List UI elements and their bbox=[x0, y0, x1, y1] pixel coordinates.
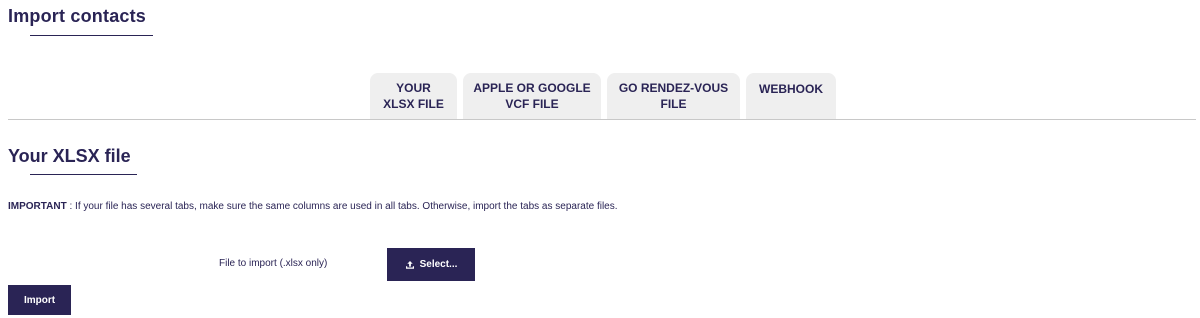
tab-webhook-label: WEBHOOK bbox=[759, 82, 823, 96]
import-notice: IMPORTANT : If your file has several tab… bbox=[8, 201, 618, 212]
import-source-tabs: YOUR XLSX FILE APPLE OR GOOGLE VCF FILE … bbox=[370, 73, 836, 119]
file-to-import-label: File to import (.xlsx only) bbox=[219, 258, 328, 269]
select-file-button-label: Select... bbox=[419, 259, 458, 270]
upload-icon bbox=[405, 260, 415, 270]
tab-go-rendez-vous-file[interactable]: GO RENDEZ-VOUS FILE bbox=[607, 73, 740, 119]
select-file-button[interactable]: Select... bbox=[387, 248, 475, 281]
tabs-divider bbox=[8, 119, 1196, 120]
tab-xlsx-file-label: YOUR XLSX FILE bbox=[383, 81, 444, 111]
section-underline bbox=[30, 174, 137, 175]
tab-xlsx-file[interactable]: YOUR XLSX FILE bbox=[370, 73, 457, 119]
section-title: Your XLSX file bbox=[8, 146, 131, 166]
import-contacts-page: Import contacts YOUR XLSX FILE APPLE OR … bbox=[0, 0, 1200, 318]
tab-vcf-file[interactable]: APPLE OR GOOGLE VCF FILE bbox=[463, 73, 601, 119]
tab-vcf-file-label: APPLE OR GOOGLE VCF FILE bbox=[473, 81, 591, 111]
notice-prefix: IMPORTANT bbox=[8, 201, 67, 212]
page-title: Import contacts bbox=[8, 6, 147, 26]
tab-go-rendez-vous-file-label: GO RENDEZ-VOUS FILE bbox=[618, 81, 729, 111]
import-button[interactable]: Import bbox=[8, 285, 71, 315]
title-underline bbox=[30, 35, 153, 36]
tab-webhook[interactable]: WEBHOOK bbox=[746, 73, 836, 119]
notice-text: : If your file has several tabs, make su… bbox=[66, 201, 618, 212]
